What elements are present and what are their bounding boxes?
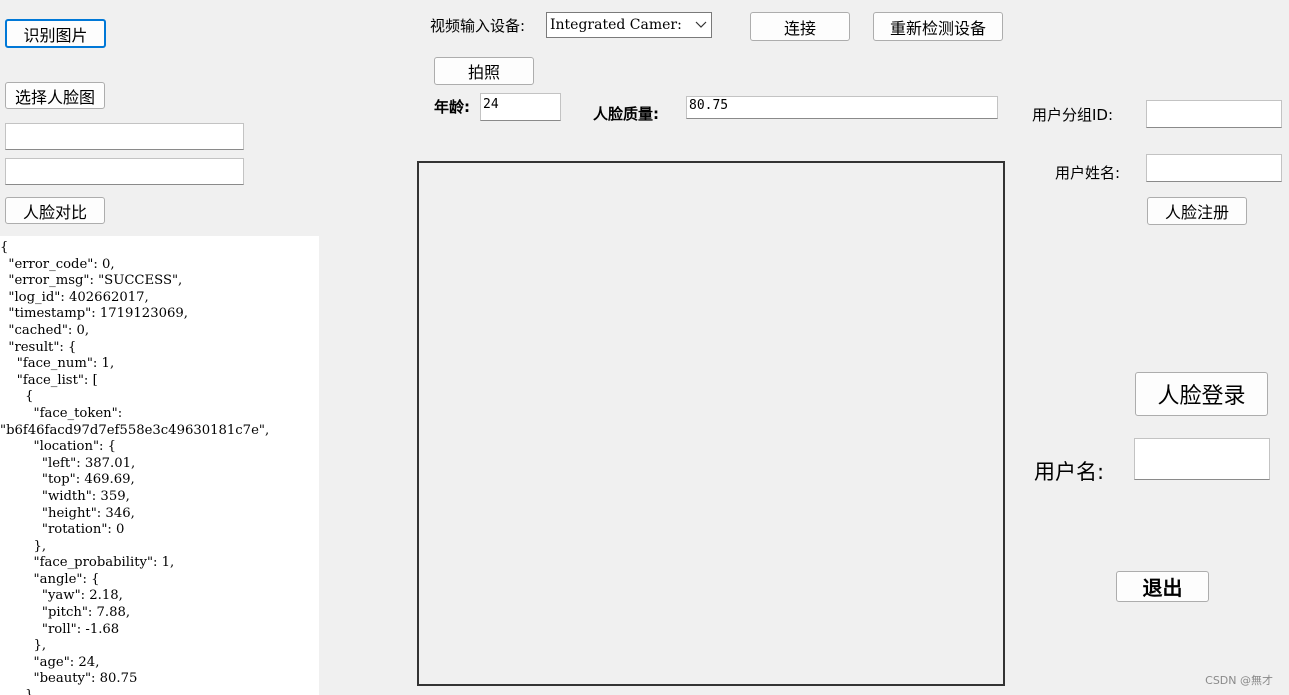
connect-button[interactable]: 连接 (750, 12, 850, 41)
video-device-select[interactable]: Integrated Camer: (546, 12, 712, 38)
select-face-image-button[interactable]: 选择人脸图 (5, 82, 105, 109)
face-login-button[interactable]: 人脸登录 (1135, 372, 1268, 416)
capture-photo-button[interactable]: 拍照 (434, 57, 534, 85)
user-name-field[interactable] (1146, 154, 1282, 182)
chevron-down-icon[interactable] (691, 13, 711, 37)
recognize-image-button[interactable]: 识别图片 (5, 19, 106, 48)
group-id-field[interactable] (1146, 100, 1282, 128)
age-field[interactable]: 24 (480, 93, 561, 121)
face-compare-button[interactable]: 人脸对比 (5, 197, 105, 224)
face-quality-field[interactable]: 80.75 (686, 96, 998, 119)
redetect-devices-button[interactable]: 重新检测设备 (873, 12, 1003, 41)
device-label: 视频输入设备: (430, 17, 526, 35)
username-field[interactable] (1134, 438, 1270, 480)
json-result-text: { "error_code": 0, "error_msg": "SUCCESS… (0, 240, 270, 695)
watermark: CSDN @無才 (1205, 674, 1273, 687)
face-register-button[interactable]: 人脸注册 (1147, 197, 1247, 225)
exit-button[interactable]: 退出 (1116, 571, 1209, 602)
camera-preview (417, 161, 1005, 686)
video-device-selected: Integrated Camer: (550, 17, 682, 33)
group-id-label: 用户分组ID: (1032, 106, 1114, 124)
username-label: 用户名: (1034, 460, 1105, 484)
json-result-textbox[interactable]: { "error_code": 0, "error_msg": "SUCCESS… (0, 236, 319, 695)
age-label: 年龄: (434, 98, 470, 116)
user-name-label: 用户姓名: (1055, 164, 1121, 182)
face-path-field-2[interactable] (5, 158, 244, 185)
face-path-field-1[interactable] (5, 123, 244, 150)
face-quality-label: 人脸质量: (593, 105, 659, 123)
